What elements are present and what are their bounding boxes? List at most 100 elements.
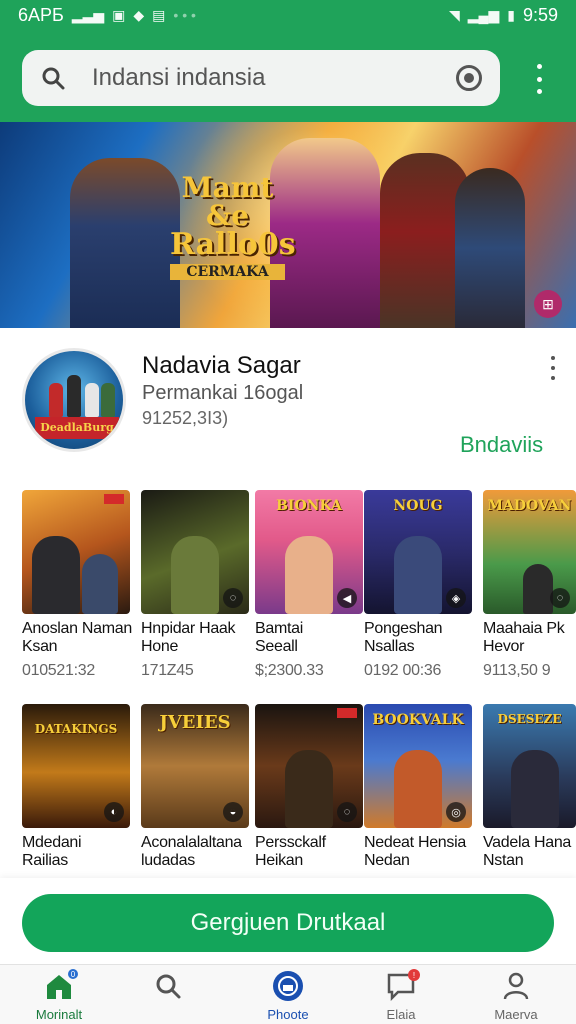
thumb-character — [511, 750, 559, 828]
app-thumbnail: MADOVAN ◌ — [483, 490, 576, 614]
home-icon: 0 — [42, 969, 78, 1003]
thumb-character — [394, 536, 442, 614]
wifi-icon: ◥ — [449, 6, 460, 23]
tile-subtitle: Hevor — [483, 638, 525, 655]
tile-subtitle: Nsallas — [364, 638, 415, 655]
app-tile[interactable]: DATAKINGS ◐ Mdedani Railias — [22, 704, 132, 870]
app-link[interactable]: Bndaviis — [460, 432, 543, 458]
tile-meta: 171Z45 — [141, 662, 194, 679]
thumb-badge-icon: ◒ — [223, 802, 243, 822]
app-notification-icon: ▣ — [112, 6, 126, 23]
banner-corner-icon[interactable]: ⊞ — [534, 290, 562, 318]
banner-game-logo: Mamt &e Rallo0s CERMAKA — [170, 171, 296, 280]
related-apps-grid: Anoslan Naman Ksan 010521:32 ◌ Hnpidar H… — [0, 488, 576, 878]
app-thumbnail: JVEIES ◒ — [141, 704, 249, 828]
profile-icon — [499, 969, 533, 1003]
nav-label: Elaia — [386, 1007, 416, 1022]
thumb-badge-icon: ◌ — [550, 588, 570, 608]
thumb-character — [523, 564, 553, 614]
camera-icon — [271, 969, 305, 1003]
thumb-art-title: MADOVAN — [487, 498, 572, 514]
tile-meta: 010521:32 — [22, 662, 95, 679]
nav-label: Phoote — [267, 1007, 309, 1022]
app-icon-banner: DeadlaBurg — [35, 417, 119, 439]
app-tile[interactable]: BIONKA ◀ Bamtai Seeall $;2300.33 — [255, 490, 365, 680]
signal-icon: ▂▃▅ — [71, 6, 105, 23]
thumb-badge-icon: ◎ — [446, 802, 466, 822]
tile-meta: $;2300.33 — [255, 662, 324, 679]
tile-title: Anoslan Naman — [22, 620, 132, 637]
nav-item-search[interactable] — [113, 969, 223, 1024]
cell-signal-icon: ▂▄▆ — [467, 6, 500, 23]
install-button[interactable]: Gergjuen Drutkaal — [22, 894, 554, 952]
tile-title: Perssckalf — [255, 834, 326, 851]
bag-icon: ▤ — [152, 6, 166, 23]
app-overflow-icon[interactable] — [548, 356, 558, 380]
app-thumbnail: BOOKVALK ◎ — [364, 704, 472, 828]
thumb-art-title: DSESEZE — [497, 712, 562, 726]
status-bar: 6APБ ▂▃▅ ▣ ◆ ▤ • • • ◥ ▂▄▆ ▮ 9:59 — [0, 0, 576, 30]
app-thumbnail: DSESEZE — [483, 704, 576, 828]
logo-line-2: Rallo0s — [170, 227, 296, 262]
thumb-tag — [104, 494, 124, 504]
nav-item-profile[interactable]: Maerva — [461, 969, 571, 1024]
app-tile[interactable]: BOOKVALK ◎ Nedeat Hensia Nedan — [364, 704, 474, 870]
thumb-badge-icon: ◐ — [104, 802, 124, 822]
icon-figure-2 — [67, 375, 81, 417]
tile-subtitle: Railias — [22, 852, 68, 869]
thumb-badge-icon: ◌ — [337, 802, 357, 822]
app-tile[interactable]: ◌ Hnpidar Haak Hone 171Z45 — [141, 490, 251, 680]
tile-subtitle: Nedan — [364, 852, 410, 869]
thumb-badge-icon: ◀ — [337, 588, 357, 608]
app-thumbnail: DATAKINGS ◐ — [22, 704, 130, 828]
nav-item-home[interactable]: 0 Morinalt — [4, 969, 114, 1024]
thumb-character — [285, 536, 333, 614]
app-tile[interactable]: NOUG ◈ Pongeshan Nsallas 0192 00:36 — [364, 490, 474, 680]
feature-banner[interactable]: Mamt &e Rallo0s CERMAKA ⊞ — [0, 122, 576, 328]
thumb-art-title: DATAKINGS — [34, 722, 118, 736]
camera-search-icon[interactable] — [456, 65, 482, 91]
app-meta: 91252,3I3) — [142, 408, 229, 428]
more-notifications-icon: • • • — [173, 7, 196, 23]
tile-title: Vadela Hana — [483, 834, 572, 851]
icon-figure-4 — [101, 383, 115, 417]
search-input[interactable] — [92, 64, 432, 92]
banner-hero-4 — [455, 168, 525, 328]
app-title: Nadavia Sagar — [142, 352, 301, 379]
tile-title: Pongeshan — [364, 620, 443, 637]
search-icon[interactable] — [40, 65, 66, 91]
thumb-badge-icon: ◌ — [223, 588, 243, 608]
overflow-menu-icon[interactable] — [532, 64, 546, 94]
banner-hero-1 — [70, 158, 180, 328]
tile-meta: 9113,50 9 — [483, 662, 551, 679]
notification-badge: ! — [408, 969, 420, 981]
notification-dot: 0 — [68, 969, 78, 979]
logo-line-1: Mamt &e — [181, 171, 274, 232]
thumb-character — [171, 536, 219, 614]
tile-subtitle: Heikan — [255, 852, 304, 869]
thumb-art-title: NOUG — [393, 498, 443, 514]
app-icon[interactable]: DeadlaBurg — [22, 348, 126, 452]
carrier-text: 6APБ — [18, 4, 64, 25]
tile-title: Hnpidar Haak — [141, 620, 236, 637]
app-tile[interactable]: DSESEZE Vadela Hana Nstan — [483, 704, 576, 870]
search-icon — [151, 969, 185, 1003]
tile-meta: 0192 00:36 — [364, 662, 442, 679]
battery-icon: ▮ — [507, 6, 515, 23]
app-tile[interactable]: JVEIES ◒ Aconalalaltana ludadas — [141, 704, 251, 870]
app-thumbnail: NOUG ◈ — [364, 490, 472, 614]
app-tile[interactable]: MADOVAN ◌ Maahaia Pk Hevor 9113,50 9 — [483, 490, 576, 680]
nav-item-camera[interactable]: Phoote — [233, 969, 343, 1024]
status-left: 6APБ ▂▃▅ ▣ ◆ ▤ • • • — [18, 5, 196, 26]
app-developer[interactable]: Permankai 16ogal — [142, 382, 303, 405]
icon-figure-3 — [85, 383, 99, 417]
app-tile[interactable]: Anoslan Naman Ksan 010521:32 — [22, 490, 132, 680]
tile-title: Maahaia Pk — [483, 620, 565, 637]
thumb-character — [82, 554, 118, 614]
nav-item-chat[interactable]: ! Elaia — [346, 969, 456, 1024]
app-tile[interactable]: ◌ Perssckalf Heikan — [255, 704, 365, 870]
app-header-card: DeadlaBurg Nadavia Sagar Permankai 16oga… — [0, 328, 576, 478]
thumb-art-title: BOOKVALK — [372, 712, 464, 728]
search-bar[interactable] — [22, 50, 500, 106]
tile-subtitle: Hone — [141, 638, 179, 655]
